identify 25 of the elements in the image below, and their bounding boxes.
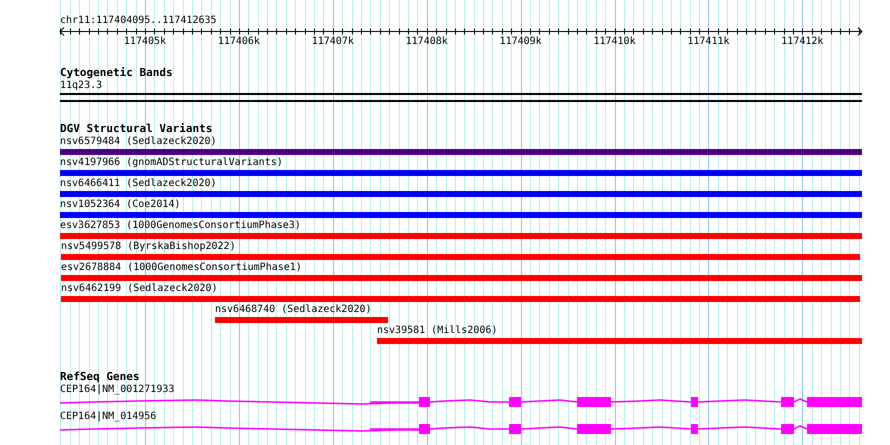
variant-label: esv3627853 (1000GenomesConsortiumPhase3) [60,220,301,232]
variant-label: nsv6462199 (Sedlazeck2020) [61,283,218,295]
tick-label: 117411k [687,36,730,47]
variant-label: nsv5499578 (ByrskaBishop2022) [61,241,236,253]
track-title: RefSeq Genes [60,371,140,383]
variant-label: esv2678884 (1000GenomesConsortiumPhase1) [61,262,302,274]
tick-label: 117408k [406,36,448,47]
tick-label: 117407k [312,36,354,47]
variant-label: nsv39581 (Mills2006) [377,325,498,337]
track-title: DGV Structural Variants [60,123,212,135]
location-label: chr11:117404095..117412635 [60,15,217,27]
tick-label: 117409k [500,36,542,47]
band-label: 11q23.3 [60,80,102,92]
track-title: Cytogenetic Bands [60,67,173,79]
tick-label: 117406k [218,36,260,47]
variant-label: nsv6468740 (Sedlazeck2020) [215,304,372,316]
variant-label: nsv1052364 (Coe2014) [60,199,180,211]
tick-label: 117412k [781,36,824,47]
gene-label: CEP164|NM_014956 [60,411,156,423]
variant-label: nsv4197966 (gnomADStructuralVariants) [60,157,283,169]
tick-label: 117410k [593,36,636,47]
gene-label: CEP164|NM_001271933 [60,384,174,396]
variant-label: nsv6466411 (Sedlazeck2020) [60,178,217,190]
tick-label: 117405k [124,36,166,47]
variant-label: nsv6579484 (Sedlazeck2020) [60,136,217,148]
